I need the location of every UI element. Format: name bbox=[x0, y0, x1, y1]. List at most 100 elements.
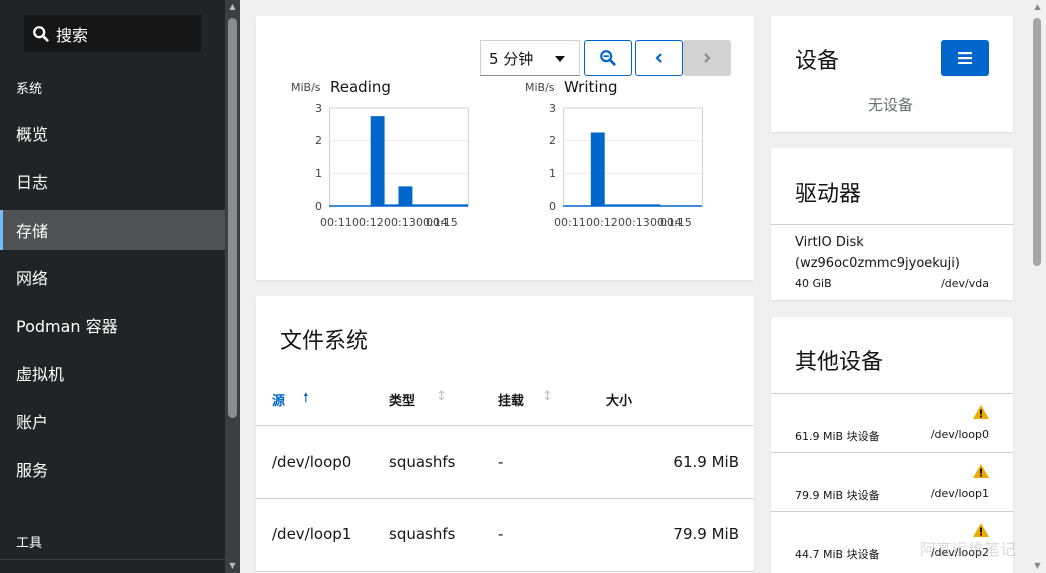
next-range-button[interactable] bbox=[683, 40, 731, 76]
no-devices-text: 无设备 bbox=[868, 96, 914, 114]
writing-chart bbox=[563, 107, 703, 207]
menu-icon bbox=[958, 52, 972, 64]
reading-chart bbox=[329, 107, 469, 207]
cell-size: 79.9 MiB bbox=[673, 525, 739, 543]
devices-title: 设备 bbox=[795, 49, 840, 74]
watermark: 阿髙运维笔记 bbox=[920, 540, 1017, 559]
caret-down-icon bbox=[555, 56, 565, 62]
reading-ytick-1: 1 bbox=[315, 167, 322, 180]
sidebar: 搜索 系统 概览 日志 存储 网络 Podman 容器 虚拟机 账户 服务 工具 bbox=[0, 0, 225, 573]
table-divider bbox=[256, 425, 754, 426]
list-divider bbox=[771, 511, 1013, 512]
sidebar-divider bbox=[0, 559, 225, 560]
cell-mount: - bbox=[498, 525, 504, 543]
reading-xtick-0: 00:11 bbox=[320, 216, 352, 229]
search-label: 搜索 bbox=[56, 25, 89, 45]
writing-ytick-1: 1 bbox=[549, 167, 556, 180]
page-scrollbar-thumb[interactable] bbox=[1033, 18, 1041, 266]
column-header-type[interactable]: 类型 bbox=[389, 390, 415, 409]
writing-xtick-1: 00:12 bbox=[586, 216, 618, 229]
writing-xtick-2: 00:13 bbox=[618, 216, 650, 229]
sidebar-item-overview[interactable]: 概览 bbox=[0, 113, 225, 153]
reading-xtick-4: 00:15 bbox=[426, 216, 458, 229]
chevron-left-icon bbox=[655, 53, 662, 63]
cell-source[interactable]: /dev/loop1 bbox=[272, 525, 351, 543]
drive-id: (wz96oc0zmmc9jyoekuji) bbox=[795, 256, 960, 271]
cell-type: squashfs bbox=[389, 525, 456, 543]
time-range-value: 5 分钟 bbox=[489, 49, 534, 68]
sidebar-item-storage[interactable]: 存储 bbox=[0, 210, 225, 250]
device-path: /dev/loop1 bbox=[930, 487, 989, 500]
drives-title: 驱动器 bbox=[795, 182, 862, 207]
sidebar-scrollbar-thumb[interactable] bbox=[228, 18, 237, 418]
previous-range-button[interactable] bbox=[635, 40, 683, 76]
device-label: 61.9 MiB 块设备 bbox=[795, 430, 880, 443]
reading-chart-title: Reading bbox=[330, 78, 391, 96]
search-box[interactable]: 搜索 bbox=[24, 15, 201, 52]
device-label: 79.9 MiB 块设备 bbox=[795, 489, 880, 502]
filesystems-title: 文件系统 bbox=[280, 329, 369, 354]
sidebar-item-podman[interactable]: Podman 容器 bbox=[0, 305, 225, 345]
reading-bar-1 bbox=[370, 116, 385, 206]
sort-unsorted-icon[interactable]: ↕ bbox=[436, 389, 447, 404]
cell-source[interactable]: /dev/loop0 bbox=[272, 453, 351, 471]
reading-ytick-2: 2 bbox=[315, 134, 322, 147]
reading-ytick-3: 3 bbox=[315, 102, 322, 115]
device-label: 44.7 MiB 块设备 bbox=[795, 548, 880, 561]
cell-mount: - bbox=[498, 453, 504, 471]
other-devices-title: 其他设备 bbox=[795, 350, 884, 375]
sidebar-item-networking[interactable]: 网络 bbox=[0, 257, 225, 297]
cell-size: 61.9 MiB bbox=[673, 453, 739, 471]
io-graphs-card: 5 分钟 MiB/s Reading 3 2 1 0 00:11 00:12 0… bbox=[256, 16, 754, 280]
writing-bar-1 bbox=[590, 132, 605, 206]
sidebar-scroll-up-icon[interactable]: ▲ bbox=[225, 2, 240, 12]
writing-chart-title: Writing bbox=[564, 78, 618, 96]
writing-plot-frame bbox=[563, 107, 703, 207]
drives-card: 驱动器 VirtIO Disk (wz96oc0zmmc9jyoekuji) 4… bbox=[771, 148, 1013, 300]
column-header-source[interactable]: 源 bbox=[272, 390, 285, 409]
filesystems-card: 文件系统 源 🠕 类型 ↕ 挂载 ↕ 大小 /dev/loop0 squashf… bbox=[256, 296, 754, 573]
sidebar-item-services[interactable]: 服务 bbox=[0, 449, 225, 489]
sidebar-scroll-down-icon[interactable]: ▼ bbox=[225, 561, 240, 571]
table-divider bbox=[256, 571, 754, 572]
drives-divider bbox=[771, 224, 1013, 225]
reading-xtick-2: 00:13 bbox=[384, 216, 416, 229]
writing-xtick-0: 00:11 bbox=[554, 216, 586, 229]
zoom-out-button[interactable] bbox=[584, 40, 632, 76]
column-header-mount[interactable]: 挂载 bbox=[498, 390, 524, 409]
column-header-size: 大小 bbox=[606, 394, 633, 409]
drive-size: 40 GiB bbox=[795, 277, 832, 290]
other-devices-divider bbox=[771, 393, 1013, 394]
sidebar-item-logs[interactable]: 日志 bbox=[0, 161, 225, 201]
sort-ascending-icon[interactable]: 🠕 bbox=[303, 389, 309, 411]
sidebar-item-vms[interactable]: 虚拟机 bbox=[0, 353, 225, 393]
devices-menu-button[interactable] bbox=[941, 40, 989, 76]
sort-unsorted-icon[interactable]: ↕ bbox=[542, 389, 553, 404]
time-range-select[interactable]: 5 分钟 bbox=[480, 40, 580, 76]
devices-card: 设备 无设备 bbox=[771, 16, 1013, 132]
writing-ytick-2: 2 bbox=[549, 134, 556, 147]
chevron-right-icon bbox=[704, 53, 711, 63]
list-divider bbox=[771, 452, 1013, 453]
section-system-label: 系统 bbox=[16, 82, 43, 97]
cell-type: squashfs bbox=[389, 453, 456, 471]
writing-unit-label: MiB/s bbox=[525, 81, 555, 94]
other-devices-card: 其他设备 61.9 MiB 块设备 /dev/loop0 79.9 MiB 块设… bbox=[771, 317, 1013, 573]
reading-bar-3 bbox=[398, 186, 413, 206]
drive-path: /dev/vda bbox=[941, 277, 989, 290]
sidebar-item-accounts[interactable]: 账户 bbox=[0, 401, 225, 441]
writing-xtick-4: 00:15 bbox=[660, 216, 692, 229]
page-scroll-up-icon[interactable]: ▲ bbox=[1030, 2, 1045, 12]
search-icon bbox=[33, 25, 49, 42]
page-scroll-down-icon[interactable]: ▼ bbox=[1030, 561, 1045, 571]
warning-icon bbox=[973, 405, 989, 419]
writing-ytick-3: 3 bbox=[549, 102, 556, 115]
warning-icon bbox=[973, 464, 989, 478]
section-tools-label: 工具 bbox=[16, 536, 43, 551]
drive-name: VirtIO Disk bbox=[795, 235, 864, 250]
writing-ytick-0: 0 bbox=[549, 200, 556, 213]
reading-xtick-1: 00:12 bbox=[352, 216, 384, 229]
device-path: /dev/loop0 bbox=[930, 428, 989, 441]
reading-ytick-0: 0 bbox=[315, 200, 322, 213]
zoom-out-icon bbox=[600, 50, 616, 66]
